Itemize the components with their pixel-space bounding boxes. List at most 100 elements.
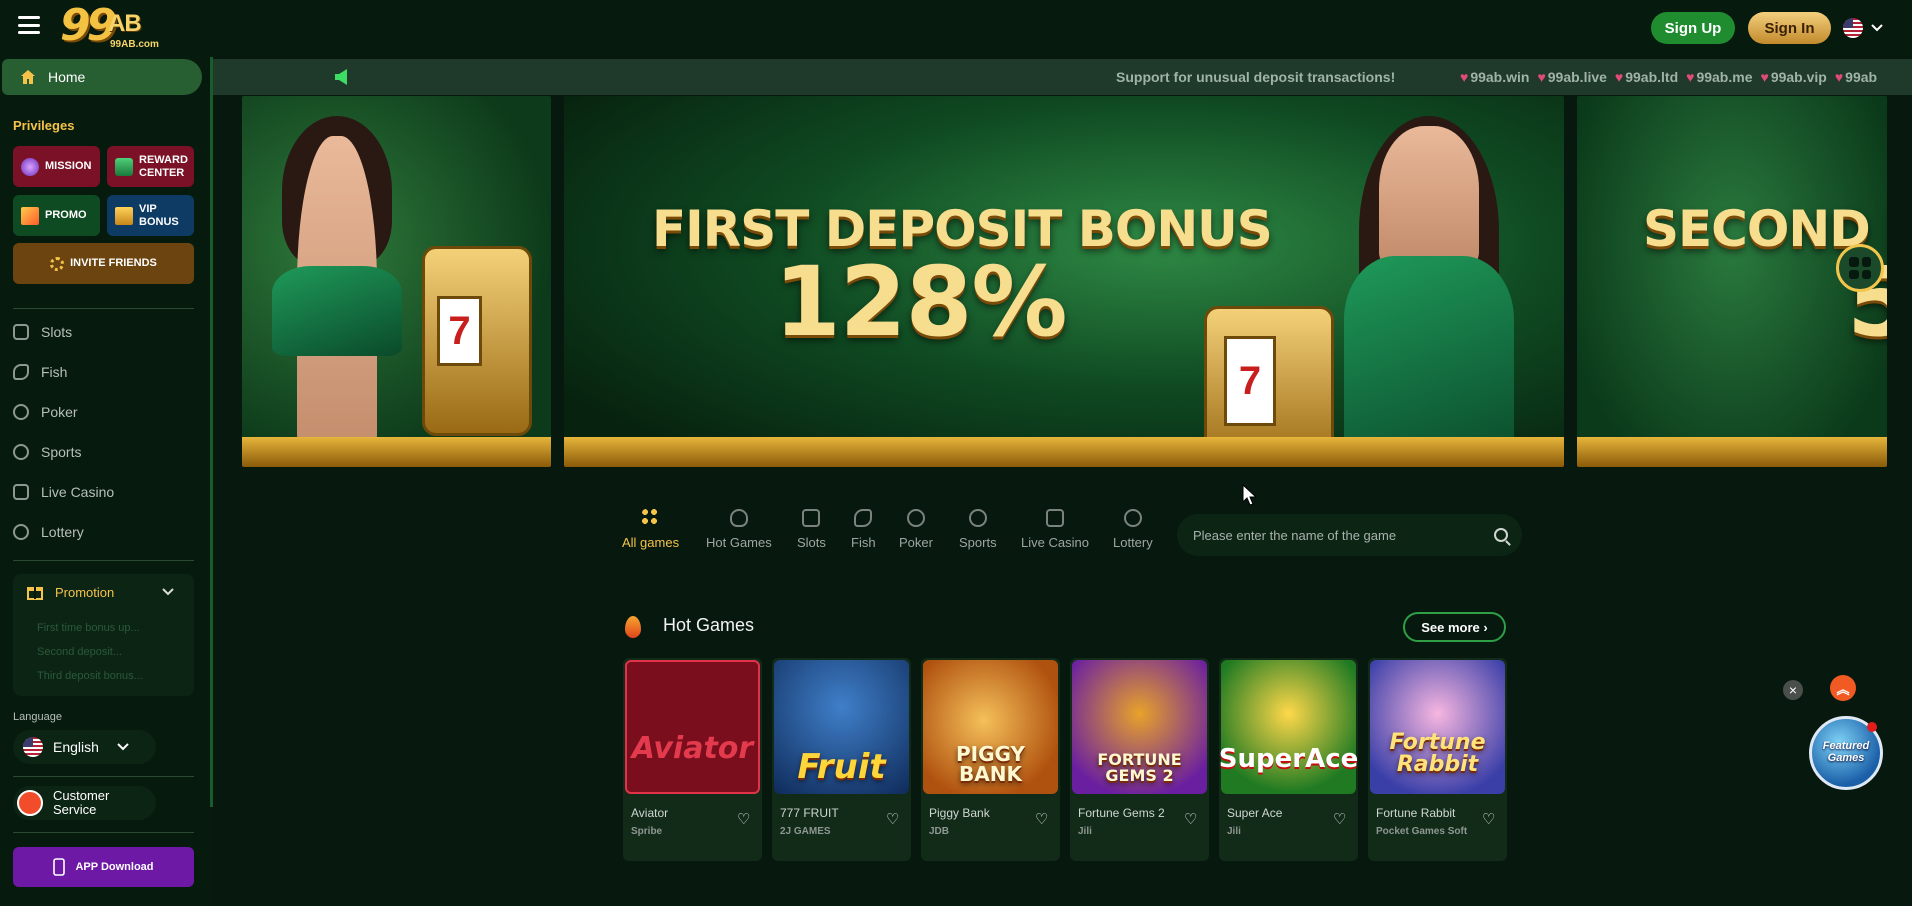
home-icon [21, 70, 35, 84]
tab-live-casino[interactable]: Live Casino [1021, 509, 1089, 561]
game-card-aviator[interactable]: Aviator Aviator Spribe ♡ [623, 658, 762, 861]
announcement-bar: Support for unusual deposit transactions… [213, 59, 1912, 95]
banner-slide-left[interactable]: 7 [242, 96, 551, 467]
vip-bonus-button[interactable]: VIP BONUS [107, 195, 194, 236]
logo-letters: AB [108, 10, 142, 37]
domain-link[interactable]: 99ab.ltd [1615, 69, 1678, 85]
scroll-top-button[interactable]: ︽ [1830, 675, 1856, 701]
domain-link[interactable]: 99ab.win [1460, 69, 1529, 85]
slot-machine-icon [802, 509, 821, 527]
heart-icon[interactable]: ♡ [1482, 812, 1496, 827]
sidebar-item-live-casino[interactable]: Live Casino [13, 477, 114, 507]
game-card-fortune-rabbit[interactable]: Fortune Rabbit Fortune Rabbit Pocket Gam… [1368, 658, 1507, 861]
logo[interactable]: 99 AB 99AB.com [60, 0, 162, 52]
promo-button[interactable]: PROMO [13, 195, 100, 236]
us-flag-icon [1843, 18, 1863, 38]
sidebar-item-sports[interactable]: Sports [13, 437, 81, 467]
sidebar-item-poker[interactable]: Poker [13, 397, 78, 427]
close-icon[interactable]: × [1783, 680, 1803, 700]
game-provider: Jili [1078, 826, 1092, 837]
reward-center-label: REWARD CENTER [139, 154, 188, 179]
sidebar-item-label: Lottery [41, 524, 84, 540]
chevron-down-icon [1871, 24, 1883, 32]
domain-link[interactable]: 99ab.live [1537, 69, 1607, 85]
game-thumbnail: FORTUNE GEMS 2 [1072, 660, 1207, 794]
slot-window: 7 [437, 296, 482, 366]
top-header: 99 AB 99AB.com Sign Up Sign In [0, 0, 1912, 57]
heart-icon[interactable]: ♡ [1333, 812, 1347, 827]
tab-fish[interactable]: Fish [851, 509, 876, 561]
game-card-piggy-bank[interactable]: PIGGY BANK Piggy Bank JDB ♡ [921, 658, 1060, 861]
banner-first-deposit[interactable]: FIRST DEPOSIT BONUS 128% 7 [564, 96, 1564, 467]
featured-games-button[interactable]: Featured Games [1809, 716, 1883, 790]
game-name: Super Ace [1227, 806, 1283, 820]
chevron-down-icon [117, 743, 129, 751]
coins-image [1577, 437, 1887, 467]
heart-icon[interactable]: ♡ [1184, 812, 1198, 827]
menu-icon[interactable] [18, 16, 40, 34]
tab-hot-games[interactable]: Hot Games [706, 509, 772, 561]
game-card-super-ace[interactable]: SuperAce Super Ace Jili ♡ [1219, 658, 1358, 861]
mission-button[interactable]: MISSION [13, 146, 100, 187]
heart-icon[interactable]: ♡ [886, 812, 900, 827]
promotion-title: Promotion [55, 584, 115, 600]
game-provider: Pocket Games Soft [1376, 826, 1468, 837]
domain-link[interactable]: 99ab.vip [1761, 69, 1827, 85]
reward-center-button[interactable]: REWARD CENTER [107, 146, 194, 187]
promotion-toggle[interactable]: Promotion [27, 584, 174, 600]
sidebar-item-home[interactable]: Home [2, 59, 202, 95]
sidebar-item-label: Live Casino [41, 484, 115, 500]
customer-service-button[interactable]: Customer Service [13, 786, 156, 820]
promotion-item[interactable]: First time bonus up... [37, 622, 140, 634]
banner-percentage: 128% [774, 246, 1068, 358]
tab-slots[interactable]: Slots [797, 509, 826, 561]
sidebar-item-slots[interactable]: Slots [13, 317, 72, 347]
privileges-title: Privileges [13, 118, 75, 133]
see-more-label: See more [1421, 619, 1480, 635]
sign-in-button[interactable]: Sign In [1748, 12, 1831, 44]
invite-friends-label: INVITE FRIENDS [70, 257, 157, 270]
see-more-button[interactable]: See more › [1403, 612, 1506, 642]
app-download-button[interactable]: APP Download [13, 847, 194, 887]
slot-window: 7 [1224, 336, 1276, 426]
tab-lottery[interactable]: Lottery [1113, 509, 1153, 561]
game-search-box [1177, 514, 1522, 556]
sidebar: Home Privileges MISSION REWARD CENTER PR… [0, 57, 210, 906]
sidebar-item-lottery[interactable]: Lottery [13, 517, 84, 547]
game-search-input[interactable] [1193, 527, 1494, 543]
game-provider: Jili [1227, 826, 1241, 837]
tab-poker[interactable]: Poker [899, 509, 933, 561]
language-switcher[interactable] [1843, 14, 1897, 42]
language-value: English [53, 739, 99, 755]
promotion-panel: Promotion First time bonus up... Second … [13, 574, 194, 696]
sign-up-button[interactable]: Sign Up [1651, 12, 1735, 44]
invite-friends-button[interactable]: INVITE FRIENDS [13, 243, 194, 284]
promotion-item[interactable]: Second deposit... [37, 646, 122, 658]
heart-icon[interactable]: ♡ [1035, 812, 1049, 827]
search-icon[interactable] [1494, 528, 1508, 542]
app-download-label: APP Download [75, 861, 154, 873]
heart-icon[interactable]: ♡ [737, 812, 751, 827]
sidebar-item-fish[interactable]: Fish [13, 357, 67, 387]
game-name: Aviator [631, 806, 669, 820]
tab-sports[interactable]: Sports [959, 509, 997, 561]
flame-icon [729, 509, 748, 527]
domain-link[interactable]: 99ab.me [1686, 69, 1752, 85]
divider [13, 832, 194, 833]
headset-icon [17, 790, 43, 816]
game-card-777-fruit[interactable]: Fruit 777 FRUIT 2J GAMES ♡ [772, 658, 911, 861]
tab-all-games[interactable]: All games [622, 509, 679, 561]
grid-menu-button[interactable] [1836, 244, 1884, 292]
tab-label: Lottery [1113, 535, 1153, 550]
vip-bonus-label: VIP BONUS [139, 203, 179, 228]
coins-image [242, 437, 551, 467]
coins-image [564, 437, 1564, 467]
promotion-item[interactable]: Third deposit bonus... [37, 670, 143, 682]
game-thumbnail: PIGGY BANK [923, 660, 1058, 794]
language-select[interactable]: English [13, 730, 156, 764]
game-name: Fortune Rabbit [1376, 806, 1456, 820]
domain-link[interactable]: 99ab [1835, 69, 1877, 85]
sidebar-item-label: Slots [41, 324, 73, 340]
game-card-fortune-gems-2[interactable]: FORTUNE GEMS 2 Fortune Gems 2 Jili ♡ [1070, 658, 1209, 861]
megaphone-icon [335, 69, 347, 85]
